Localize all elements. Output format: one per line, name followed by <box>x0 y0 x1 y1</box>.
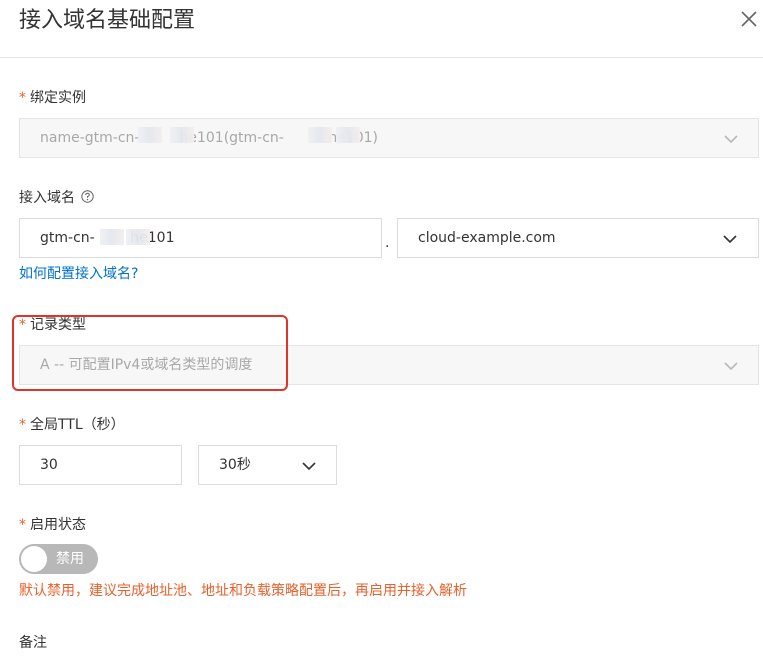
domain-separator: . <box>385 235 390 251</box>
status-warning-text: 默认禁用，建议完成地址池、地址和负载策略配置后，再启用并接入解析 <box>19 583 467 599</box>
highlight-box <box>12 315 288 391</box>
status-toggle[interactable]: 禁用 <box>19 544 98 574</box>
instance-select: name-gtm-cn- he101(gtm-cn- ne101) <box>19 118 759 158</box>
dialog-title: 接入域名基础配置 <box>19 8 196 33</box>
required-mark: * <box>19 517 26 533</box>
remark-label-text: 备注 <box>19 635 47 651</box>
required-mark: * <box>19 417 26 433</box>
chevron-down-icon <box>723 235 737 244</box>
redaction-mask <box>138 127 162 143</box>
toggle-knob <box>21 546 47 572</box>
required-mark: * <box>19 90 26 106</box>
toggle-text: 禁用 <box>56 551 84 567</box>
status-label-text: 启用状态 <box>30 517 86 533</box>
dialog-header: 接入域名基础配置 <box>0 0 763 58</box>
domain-prefix-input[interactable]: gtm-cn- he101 <box>19 218 382 258</box>
ttl-unit-select[interactable]: 30秒 <box>198 445 337 485</box>
ttl-value: 30 <box>40 457 58 473</box>
ttl-label-text: 全局TTL（秒） <box>30 417 125 433</box>
chevron-down-icon <box>724 135 738 144</box>
redaction-mask <box>100 229 124 245</box>
redaction-mask <box>126 229 150 245</box>
chevron-down-icon <box>302 462 316 471</box>
ttl-input[interactable]: 30 <box>19 445 182 485</box>
help-circle-icon[interactable] <box>81 190 94 203</box>
domain-label-text: 接入域名 <box>19 190 75 206</box>
redaction-mask <box>170 127 194 143</box>
remark-label: 备注 <box>19 633 47 653</box>
redaction-mask <box>336 127 360 143</box>
close-icon[interactable] <box>738 8 760 30</box>
domain-suffix-value: cloud-example.com <box>418 230 556 246</box>
domain-label: 接入域名 <box>19 188 94 208</box>
instance-label: * 绑定实例 <box>19 88 86 108</box>
ttl-label: * 全局TTL（秒） <box>19 415 125 435</box>
status-label: * 启用状态 <box>19 515 86 535</box>
ttl-unit-value: 30秒 <box>219 457 251 473</box>
chevron-down-icon <box>724 362 738 371</box>
domain-suffix-select[interactable]: cloud-example.com <box>397 218 759 258</box>
redaction-mask <box>308 127 332 143</box>
domain-help-link[interactable]: 如何配置接入域名? <box>19 264 138 284</box>
instance-label-text: 绑定实例 <box>30 90 86 106</box>
